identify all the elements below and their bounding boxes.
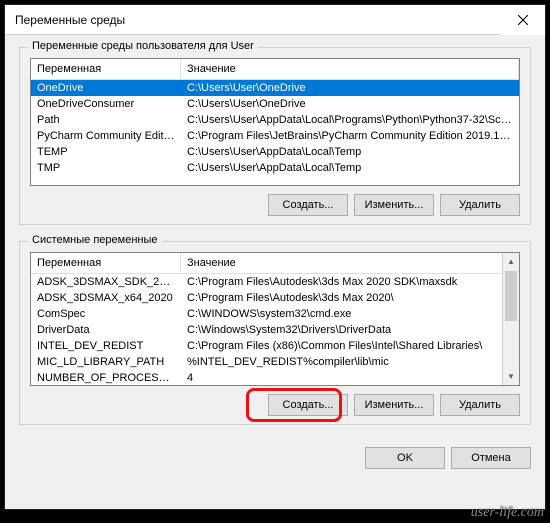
- var-name: TEMP: [31, 144, 181, 160]
- table-row[interactable]: ADSK_3DSMAX_SDK_2020C:\Program Files\Aut…: [31, 274, 519, 290]
- table-row[interactable]: ComSpecC:\WINDOWS\system32\cmd.exe: [31, 306, 519, 322]
- system-vars-list[interactable]: Переменная Значение ADSK_3DSMAX_SDK_2020…: [30, 252, 520, 386]
- var-value: C:\Program Files\Autodesk\3ds Max 2020\: [181, 290, 519, 306]
- user-new-button[interactable]: Создать...: [268, 194, 348, 216]
- dialog-footer: OK Отмена: [19, 441, 531, 469]
- table-row[interactable]: DriverDataC:\Windows\System32\Drivers\Dr…: [31, 322, 519, 338]
- var-name: DriverData: [31, 322, 181, 338]
- scroll-up-icon[interactable]: ▲: [503, 253, 519, 270]
- table-row[interactable]: OneDriveConsumerC:\Users\User\OneDrive: [31, 96, 519, 112]
- var-value: C:\Windows\System32\Drivers\DriverData: [181, 322, 519, 338]
- user-buttons: Создать... Изменить... Удалить: [30, 194, 520, 216]
- dialog-window: Переменные среды Переменные среды пользо…: [4, 4, 546, 510]
- system-delete-button[interactable]: Удалить: [440, 394, 520, 416]
- var-name: OneDriveConsumer: [31, 96, 181, 112]
- scroll-down-icon[interactable]: ▼: [503, 368, 519, 385]
- table-row[interactable]: ADSK_3DSMAX_x64_2020C:\Program Files\Aut…: [31, 290, 519, 306]
- list-header: Переменная Значение: [31, 59, 519, 80]
- var-value: C:\Users\User\OneDrive: [181, 96, 519, 112]
- var-value: C:\Users\User\AppData\Local\Temp: [181, 160, 519, 176]
- var-value: C:\Users\User\OneDrive: [181, 80, 519, 96]
- user-group-label: Переменные среды пользователя для User: [28, 40, 258, 52]
- var-value: C:\Program Files\JetBrains\PyCharm Commu…: [181, 128, 519, 144]
- table-row[interactable]: NUMBER_OF_PROCESSORS4: [31, 370, 519, 386]
- col-value[interactable]: Значение: [181, 253, 519, 273]
- var-value: C:\Program Files\Autodesk\3ds Max 2020 S…: [181, 274, 519, 290]
- var-name: ADSK_3DSMAX_SDK_2020: [31, 274, 181, 290]
- table-row[interactable]: OneDriveC:\Users\User\OneDrive: [31, 80, 519, 96]
- scroll-thumb[interactable]: [505, 271, 517, 321]
- var-name: PyCharm Community Edition: [31, 128, 181, 144]
- user-edit-button[interactable]: Изменить...: [354, 194, 434, 216]
- table-row[interactable]: INTEL_DEV_REDISTC:\Program Files (x86)\C…: [31, 338, 519, 354]
- cancel-button[interactable]: Отмена: [451, 447, 531, 469]
- window-title: Переменные среды: [15, 13, 125, 27]
- watermark: user-life.com: [471, 505, 544, 521]
- titlebar: Переменные среды: [5, 5, 545, 35]
- user-vars-list[interactable]: Переменная Значение OneDriveC:\Users\Use…: [30, 58, 520, 186]
- client-area: Переменные среды пользователя для User П…: [5, 35, 545, 509]
- user-vars-group: Переменные среды пользователя для User П…: [19, 47, 531, 225]
- var-name: OneDrive: [31, 80, 181, 96]
- system-group-label: Системные переменные: [28, 234, 162, 246]
- system-new-button[interactable]: Создать...: [268, 394, 348, 416]
- var-name: INTEL_DEV_REDIST: [31, 338, 181, 354]
- var-name: NUMBER_OF_PROCESSORS: [31, 370, 181, 386]
- user-delete-button[interactable]: Удалить: [440, 194, 520, 216]
- close-icon: [518, 15, 528, 25]
- scrollbar[interactable]: ▲ ▼: [502, 253, 519, 385]
- list-header: Переменная Значение: [31, 253, 519, 274]
- var-name: ADSK_3DSMAX_x64_2020: [31, 290, 181, 306]
- var-value: C:\Program Files (x86)\Common Files\Inte…: [181, 338, 519, 354]
- system-vars-group: Системные переменные Переменная Значение…: [19, 241, 531, 425]
- var-name: ComSpec: [31, 306, 181, 322]
- system-buttons: Создать... Изменить... Удалить: [30, 394, 520, 416]
- table-row[interactable]: TEMPC:\Users\User\AppData\Local\Temp: [31, 144, 519, 160]
- system-edit-button[interactable]: Изменить...: [354, 394, 434, 416]
- var-value: C:\WINDOWS\system32\cmd.exe: [181, 306, 519, 322]
- col-variable[interactable]: Переменная: [31, 253, 181, 273]
- ok-button[interactable]: OK: [365, 447, 445, 469]
- table-row[interactable]: PyCharm Community EditionC:\Program File…: [31, 128, 519, 144]
- col-variable[interactable]: Переменная: [31, 59, 181, 79]
- var-name: Path: [31, 112, 181, 128]
- var-value: %INTEL_DEV_REDIST%compiler\lib\mic: [181, 354, 519, 370]
- table-row[interactable]: MIC_LD_LIBRARY_PATH%INTEL_DEV_REDIST%com…: [31, 354, 519, 370]
- var-value: C:\Users\User\AppData\Local\Temp: [181, 144, 519, 160]
- var-name: TMP: [31, 160, 181, 176]
- col-value[interactable]: Значение: [181, 59, 519, 79]
- var-value: 4: [181, 370, 519, 386]
- table-row[interactable]: PathC:\Users\User\AppData\Local\Programs…: [31, 112, 519, 128]
- var-value: C:\Users\User\AppData\Local\Programs\Pyt…: [181, 112, 519, 128]
- table-row[interactable]: TMPC:\Users\User\AppData\Local\Temp: [31, 160, 519, 176]
- close-button[interactable]: [500, 5, 545, 35]
- var-name: MIC_LD_LIBRARY_PATH: [31, 354, 181, 370]
